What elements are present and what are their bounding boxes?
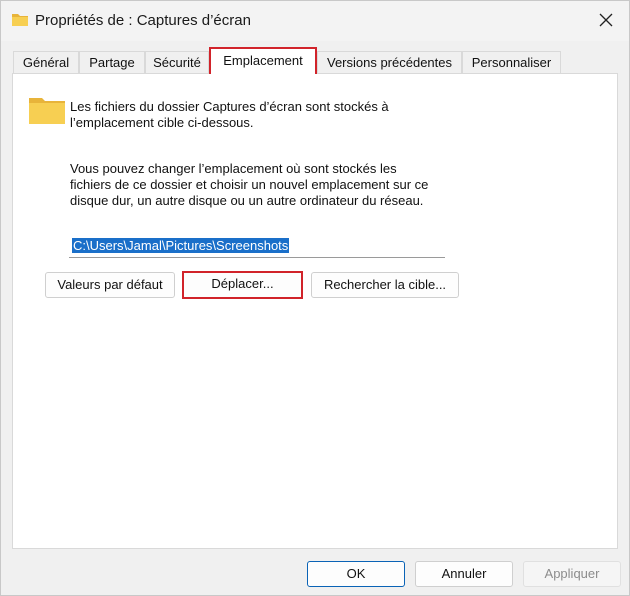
close-icon — [599, 13, 613, 27]
apply-button[interactable]: Appliquer — [523, 561, 621, 587]
tab-location[interactable]: Emplacement — [209, 47, 317, 74]
intro-line: l’emplacement cible ci-dessous. — [70, 115, 254, 130]
window-title: Propriétés de : Captures d’écran — [35, 12, 251, 29]
location-panel: Les fichiers du dossier Captures d’écran… — [12, 73, 618, 549]
folder-icon — [29, 98, 65, 124]
tab-previous-versions[interactable]: Versions précédentes — [317, 51, 462, 73]
location-intro: Les fichiers du dossier Captures d’écran… — [70, 99, 430, 131]
close-button[interactable] — [583, 1, 629, 39]
tab-security[interactable]: Sécurité — [145, 51, 209, 73]
location-description: Vous pouvez changer l’emplacement où son… — [70, 161, 460, 209]
tab-sharing[interactable]: Partage — [79, 51, 145, 73]
intro-line: Les fichiers du dossier Captures d’écran… — [70, 99, 389, 114]
move-button[interactable]: Déplacer... — [182, 271, 303, 299]
description-line: disque dur, un autre disque ou un autre … — [70, 193, 424, 208]
location-path-input[interactable]: C:\Users\Jamal\Pictures\Screenshots — [69, 236, 445, 258]
folder-icon — [12, 14, 28, 26]
location-path-value: C:\Users\Jamal\Pictures\Screenshots — [72, 238, 290, 253]
ok-button[interactable]: OK — [307, 561, 405, 587]
tab-customize[interactable]: Personnaliser — [462, 51, 561, 73]
tab-general[interactable]: Général — [13, 51, 79, 73]
find-target-button[interactable]: Rechercher la cible... — [311, 272, 459, 298]
restore-default-button[interactable]: Valeurs par défaut — [45, 272, 175, 298]
title-bar[interactable]: Propriétés de : Captures d’écran — [1, 1, 629, 41]
description-line: fichiers de ce dossier et choisir un nou… — [70, 177, 429, 192]
cancel-button[interactable]: Annuler — [415, 561, 513, 587]
description-line: Vous pouvez changer l’emplacement où son… — [70, 161, 397, 176]
properties-dialog: Propriétés de : Captures d’écran Général… — [0, 0, 630, 596]
